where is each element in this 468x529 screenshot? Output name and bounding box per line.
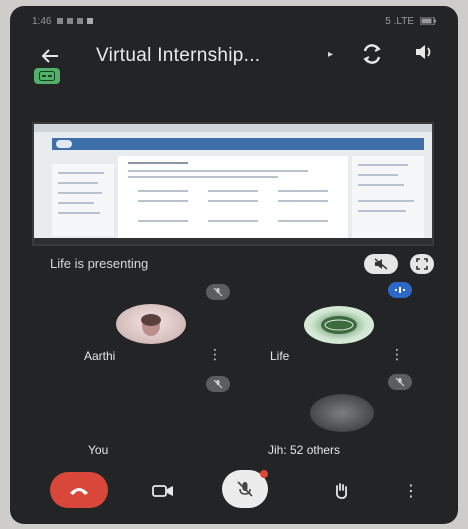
raise-hand-button[interactable] xyxy=(324,474,358,508)
end-call-button[interactable] xyxy=(50,472,108,508)
participant-mic-status xyxy=(388,282,412,298)
shared-screen-banner xyxy=(52,138,424,150)
logo-image xyxy=(321,316,357,334)
switch-camera-icon xyxy=(363,44,381,64)
more-vert-icon: ⋮ xyxy=(403,483,419,500)
meeting-title[interactable]: Virtual Internship... xyxy=(96,45,260,67)
mic-off-icon xyxy=(213,379,223,389)
participant-more-button[interactable]: ⋮ xyxy=(208,346,222,363)
participant-name: Aarthi xyxy=(84,349,116,363)
participant-name: Life xyxy=(270,349,290,363)
fullscreen-icon xyxy=(416,258,428,270)
more-options-button[interactable]: ⋮ xyxy=(394,474,428,508)
volume-off-icon xyxy=(374,258,388,270)
participant-name[interactable]: Jih: 52 others xyxy=(268,443,340,457)
hand-icon xyxy=(335,483,348,499)
chevron-right-icon[interactable]: ▸ xyxy=(328,49,333,60)
shared-screen-logo xyxy=(56,140,72,148)
avatar xyxy=(116,304,186,344)
shared-screen-sidebar xyxy=(52,164,114,236)
presenting-label: Life is presenting xyxy=(50,256,149,271)
arrow-left-icon xyxy=(41,49,58,63)
switch-camera-button[interactable] xyxy=(360,44,384,68)
speaking-icon xyxy=(395,287,405,293)
phone-hangup-icon xyxy=(70,488,88,495)
participant-mic-status xyxy=(206,284,230,300)
avatar xyxy=(304,306,374,344)
meeting-screen: 1:46 5 .LTE Virtual Internship... ▸ Life… xyxy=(10,6,458,524)
captions-button[interactable] xyxy=(34,68,60,84)
status-time: 1:46 xyxy=(32,15,52,27)
more-vert-icon: ⋮ xyxy=(208,346,222,362)
participant-mic-status xyxy=(206,376,230,392)
speaker-button[interactable] xyxy=(412,44,436,68)
status-bar: 1:46 5 .LTE xyxy=(10,6,458,36)
captions-icon xyxy=(39,71,55,81)
shared-screen-right-panel xyxy=(352,156,424,238)
shared-screen-toolbar xyxy=(34,124,432,132)
camera-toggle-button[interactable] xyxy=(146,474,180,508)
person-photo xyxy=(141,314,161,336)
back-button[interactable] xyxy=(38,44,62,68)
mic-off-icon xyxy=(237,481,253,497)
participant-mic-status xyxy=(388,374,412,390)
mic-off-icon xyxy=(213,287,223,297)
recording-indicator xyxy=(260,470,268,478)
top-app-bar: Virtual Internship... ▸ xyxy=(10,36,458,76)
notification-icons xyxy=(57,18,94,24)
more-vert-icon: ⋮ xyxy=(390,346,404,362)
shared-screen[interactable] xyxy=(32,122,434,246)
shared-screen-content xyxy=(118,156,348,238)
avatar xyxy=(310,394,374,432)
status-network: 5 .LTE xyxy=(385,15,414,27)
participant-more-button[interactable]: ⋮ xyxy=(390,346,404,363)
video-camera-icon xyxy=(152,485,173,497)
speaker-icon xyxy=(416,45,431,59)
fullscreen-button[interactable] xyxy=(410,254,434,274)
call-controls: ⋮ xyxy=(10,466,458,516)
shared-screen-taskbar xyxy=(34,238,432,244)
participant-name: You xyxy=(88,443,109,457)
mute-presentation-audio-button[interactable] xyxy=(364,254,398,274)
battery-icon xyxy=(420,17,436,25)
mic-off-icon xyxy=(395,377,405,387)
